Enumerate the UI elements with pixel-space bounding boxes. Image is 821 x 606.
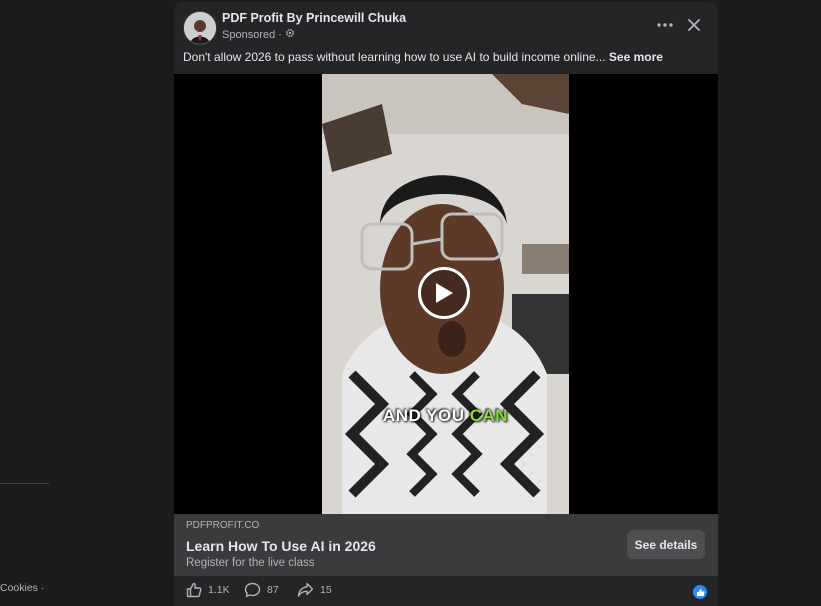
settings-icon[interactable] <box>285 28 295 41</box>
video-player[interactable]: AND YOU CAN <box>174 74 718 514</box>
more-options-button[interactable] <box>652 14 678 36</box>
share-action[interactable]: 15 <box>297 582 332 598</box>
more-options-icon <box>657 23 673 27</box>
share-icon <box>297 582 314 597</box>
post-actions-bar: 1.1K 87 15 <box>174 576 718 606</box>
page-avatar[interactable] <box>183 11 217 45</box>
like-action[interactable]: 1.1K <box>186 582 230 598</box>
sponsored-label: Sponsored · <box>222 28 295 41</box>
comment-icon <box>244 582 261 598</box>
link-preview[interactable]: PDFPROFIT.CO Learn How To Use AI in 2026… <box>174 514 718 576</box>
close-icon <box>688 19 700 31</box>
like-icon <box>186 582 202 598</box>
play-icon <box>436 283 453 303</box>
link-domain: PDFPROFIT.CO <box>186 520 260 531</box>
see-details-button[interactable]: See details <box>627 530 705 559</box>
like-count: 1.1K <box>208 584 230 596</box>
see-more-link[interactable]: See more <box>609 50 663 64</box>
page-name[interactable]: PDF Profit By Princewill Chuka <box>222 11 406 25</box>
video-subtitle: AND YOU CAN <box>322 406 569 426</box>
comment-action[interactable]: 87 <box>244 582 279 598</box>
post-caption: Don't allow 2026 to pass without learnin… <box>183 50 713 64</box>
subtitle-highlight: CAN <box>469 406 509 425</box>
like-reaction-icon[interactable] <box>693 585 707 599</box>
subtitle-text: AND YOU <box>382 406 470 425</box>
play-button[interactable] <box>418 267 470 319</box>
caption-text: Don't allow 2026 to pass without learnin… <box>183 50 606 64</box>
left-divider <box>0 483 49 484</box>
share-count: 15 <box>320 584 332 596</box>
link-title[interactable]: Learn How To Use AI in 2026 <box>186 538 376 554</box>
close-button[interactable] <box>681 14 707 36</box>
link-description: Register for the live class <box>186 557 315 569</box>
sponsored-text: Sponsored · <box>222 28 282 41</box>
sponsored-post-card: PDF Profit By Princewill Chuka Sponsored… <box>174 2 718 606</box>
cookies-link[interactable]: Cookies · <box>0 582 44 594</box>
comment-count: 87 <box>267 584 279 596</box>
